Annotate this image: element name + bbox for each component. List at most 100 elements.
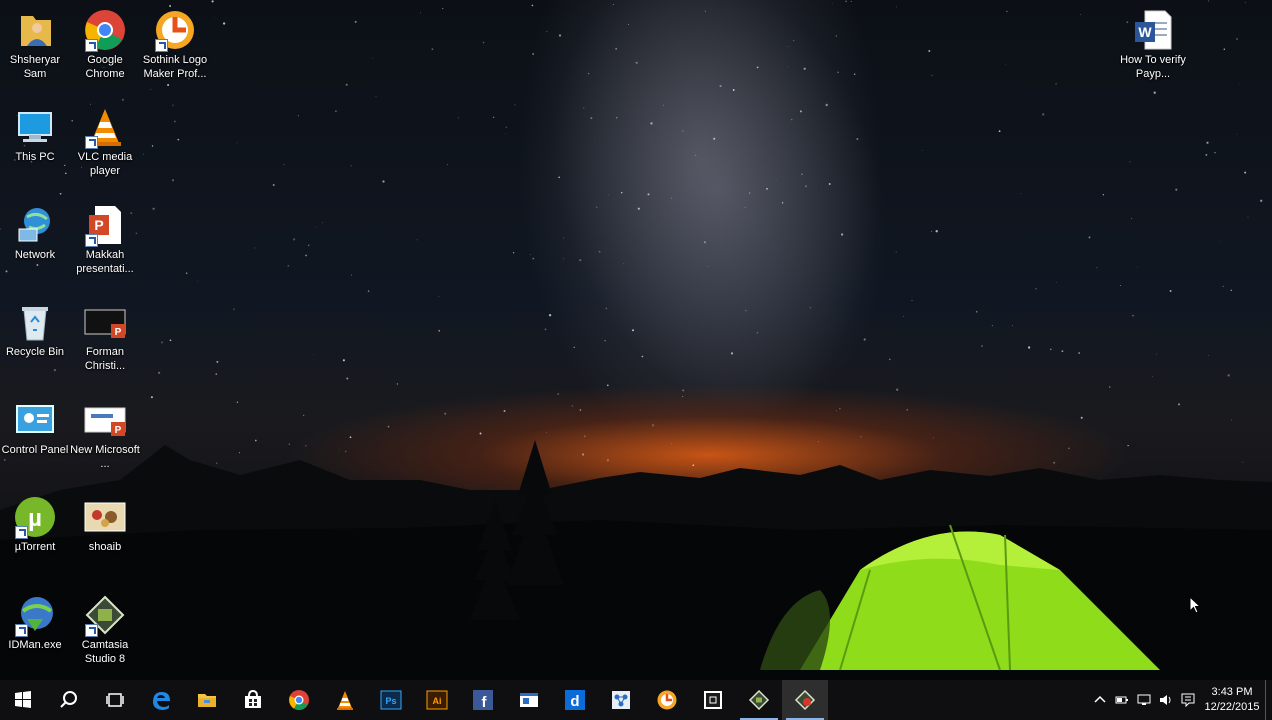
battery-button[interactable] [1111,680,1133,720]
taskbar-network-app[interactable] [598,680,644,720]
taskbar-sothink[interactable] [644,680,690,720]
star [1156,353,1157,355]
taskbar-photoshop[interactable]: Ps [368,680,414,720]
star [1236,133,1238,135]
desktop-icon-label: Camtasia Studio 8 [81,639,129,665]
star [1132,315,1134,317]
star [215,373,218,375]
illustrator-icon: Ai [426,690,448,710]
star [793,39,795,42]
taskbar-vlc[interactable] [322,680,368,720]
desktop-icon-camtasia-studio[interactable]: Camtasia Studio 8 [70,593,140,666]
star [598,250,601,253]
image-file-icon [83,495,127,539]
star [167,83,170,87]
star [557,393,559,395]
star [169,339,172,342]
show-hidden-icons-button[interactable] [1089,680,1111,720]
star [662,104,664,106]
task-view-button[interactable] [92,680,138,720]
shortcut-arrow-icon [85,39,98,52]
star [631,329,635,332]
star [931,74,933,76]
desktop-icon-how-to-verify-paypal[interactable]: W How To verify Payp... [1118,8,1188,81]
desktop-icon-idman[interactable]: IDMan.exe [0,593,70,652]
show-desktop-button[interactable] [1265,680,1272,720]
star [928,50,931,52]
desktop-icon-vlc[interactable]: VLC media player [70,105,140,178]
star [620,191,623,194]
star [911,299,913,301]
taskbar-dailymotion[interactable]: d [552,680,598,720]
desktop-icon-new-microsoft-powerpoint[interactable]: P New Microsoft ... [70,398,140,471]
taskbar-clock[interactable]: 3:43 PM 12/22/2015 [1199,685,1265,715]
star [1169,289,1172,293]
taskbar-store[interactable] [230,680,276,720]
control-panel-icon [13,398,57,442]
star [573,346,575,348]
desktop-icon-makkah-presentation[interactable]: P Makkah presentati... [70,203,140,276]
star [1205,153,1208,156]
taskbar-camtasia-recorder[interactable] [782,680,828,720]
taskbar-dark-app[interactable] [690,680,736,720]
desktop-icon-recycle-bin[interactable]: Recycle Bin [0,300,70,359]
taskbar-chrome[interactable] [276,680,322,720]
taskbar-edge[interactable] [138,680,184,720]
network-tray-button[interactable] [1133,680,1155,720]
word-file-icon: W [1131,8,1175,52]
action-center-button[interactable] [1177,680,1199,720]
star [64,164,66,166]
star [1207,0,1209,2]
shortcut-arrow-icon [155,39,168,52]
search-button[interactable] [46,680,92,720]
volume-button[interactable] [1155,680,1177,720]
star [334,110,337,113]
store-icon [245,689,261,708]
desktop-icon-shoaib[interactable]: shoaib [70,495,140,554]
taskbar-camtasia[interactable] [736,680,782,720]
taskbar-illustrator[interactable]: Ai [414,680,460,720]
star [420,12,421,14]
star [1005,63,1007,65]
star [222,22,226,25]
start-button[interactable] [0,680,46,720]
desktop-icon-label: VLC media player [77,151,133,177]
desktop-icon-sothink-logo-maker[interactable]: Sothink Logo Maker Prof... [140,8,210,81]
folder-icon [198,694,216,707]
star [563,237,565,239]
star [863,338,866,341]
star [1214,152,1216,154]
desktop-icon-user-folder[interactable]: Shsheryar Sam [0,8,70,81]
desktop-icon-forman-christian[interactable]: P Forman Christi... [70,300,140,373]
star [931,230,933,232]
desktop-icon-control-panel[interactable]: Control Panel [0,398,70,457]
star [1223,48,1226,51]
star [1222,285,1224,287]
star [1012,325,1013,326]
desktop-icon-utorrent[interactable]: µ µTorrent [0,495,70,554]
star [1109,386,1111,388]
star [233,308,235,310]
desktop-icon-network[interactable]: Network [0,203,70,262]
desktop-icon-this-pc[interactable]: This PC [0,105,70,164]
star [1244,2,1246,3]
star [803,67,806,70]
star [1244,171,1247,174]
star [65,172,67,175]
star [1080,14,1082,15]
star [837,71,840,74]
star [921,150,923,151]
desktop-icon-google-chrome[interactable]: Google Chrome [70,8,140,81]
star [457,117,459,119]
taskbar-file-explorer[interactable] [184,680,230,720]
star [991,325,993,327]
star [732,89,735,91]
search-icon [60,691,77,708]
edge-icon [153,692,170,710]
taskbar-app-window[interactable] [506,680,552,720]
star [416,239,418,241]
svg-text:P: P [115,425,122,436]
chevron-up-icon [1094,695,1106,703]
taskbar-facebook[interactable]: f [460,680,506,720]
desktop-icon-label: Shsheryar Sam [9,54,61,80]
